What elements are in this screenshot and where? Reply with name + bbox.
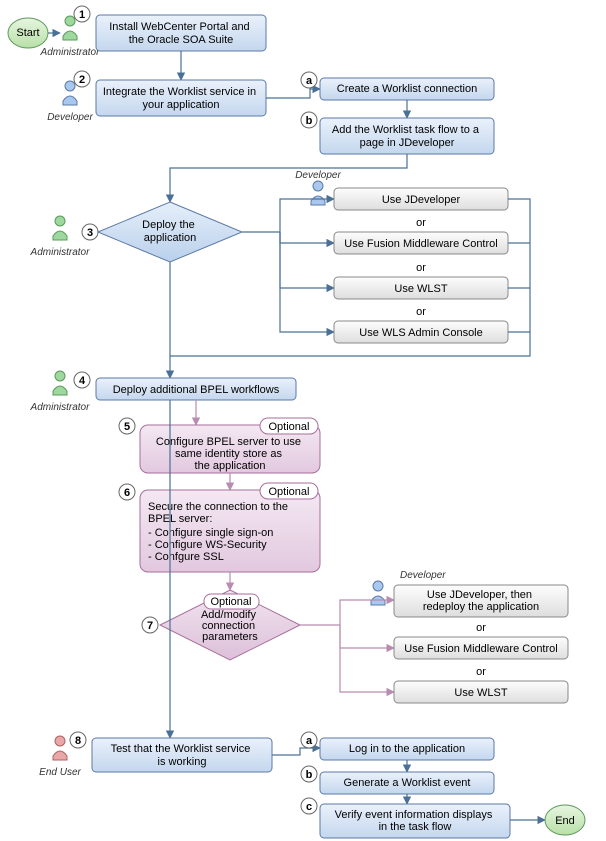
role-dev2: Developer <box>295 170 341 181</box>
deploy-opt-d-text: Use WLS Admin Console <box>359 327 483 339</box>
step2-num: 2 <box>79 74 85 86</box>
arrow <box>280 232 334 332</box>
step3-num: 3 <box>87 227 93 239</box>
or5: or <box>476 666 486 678</box>
step7-text: Add/modify connection parameters <box>201 609 259 643</box>
arrow <box>340 625 394 692</box>
step1-text: Install WebCenter Portal and the Oracle … <box>109 21 253 46</box>
role-dev3: Developer <box>400 570 446 581</box>
step7-num: 7 <box>147 620 153 632</box>
arrow <box>340 625 394 648</box>
arrow <box>266 89 320 98</box>
step2b-num: b <box>306 115 313 127</box>
step8a-text: Log in to the application <box>349 743 465 755</box>
step2a-num: a <box>306 75 313 87</box>
arrow <box>272 748 320 755</box>
step8-num: 8 <box>75 735 81 747</box>
arrow <box>280 232 334 243</box>
or1: or <box>416 217 426 229</box>
admin-icon <box>53 371 67 395</box>
role-admin3: Administrator <box>30 402 91 413</box>
admin-icon <box>63 16 77 40</box>
step8b-num: b <box>306 769 313 781</box>
optional3: Optional <box>211 596 252 608</box>
conn-opt-a-text: Use JDeveloper, then redeploy the applic… <box>423 589 539 613</box>
deploy-opt-c-text: Use WLST <box>394 283 447 295</box>
step4-text: Deploy additional BPEL workflows <box>113 384 280 396</box>
or3: or <box>416 306 426 318</box>
role-admin: Administrator <box>40 47 101 58</box>
conn-opt-c-text: Use WLST <box>454 687 507 699</box>
step2a-text: Create a Worklist connection <box>337 83 477 95</box>
or2: or <box>416 262 426 274</box>
arrow <box>280 232 334 288</box>
step4-num: 4 <box>79 375 86 387</box>
role-dev: Developer <box>47 112 93 123</box>
deploy-opt-b-text: Use Fusion Middleware Control <box>344 238 497 250</box>
end-label: End <box>555 815 575 827</box>
step8c-num: c <box>306 801 312 813</box>
admin-icon <box>53 216 67 240</box>
optional1: Optional <box>269 421 310 433</box>
or4: or <box>476 622 486 634</box>
start-label: Start <box>16 27 39 39</box>
user-icon <box>53 736 67 760</box>
optional2: Optional <box>269 486 310 498</box>
conn-opt-b-text: Use Fusion Middleware Control <box>404 643 557 655</box>
dev-icon <box>311 181 325 205</box>
join-line <box>508 199 530 332</box>
role-admin2: Administrator <box>30 247 91 258</box>
flowchart: Start Administrator 1 Install WebCenter … <box>0 0 606 841</box>
step5-num: 5 <box>124 421 130 433</box>
dev-icon <box>371 581 385 605</box>
deploy-opt-a-text: Use JDeveloper <box>382 194 461 206</box>
step3-text: Deploy the application <box>142 219 198 244</box>
step8b-text: Generate a Worklist event <box>344 777 471 789</box>
step6-num: 6 <box>124 487 130 499</box>
step1-num: 1 <box>79 9 85 21</box>
role-user: End User <box>39 767 81 778</box>
step8a-num: a <box>306 735 313 747</box>
dev-icon <box>63 81 77 105</box>
